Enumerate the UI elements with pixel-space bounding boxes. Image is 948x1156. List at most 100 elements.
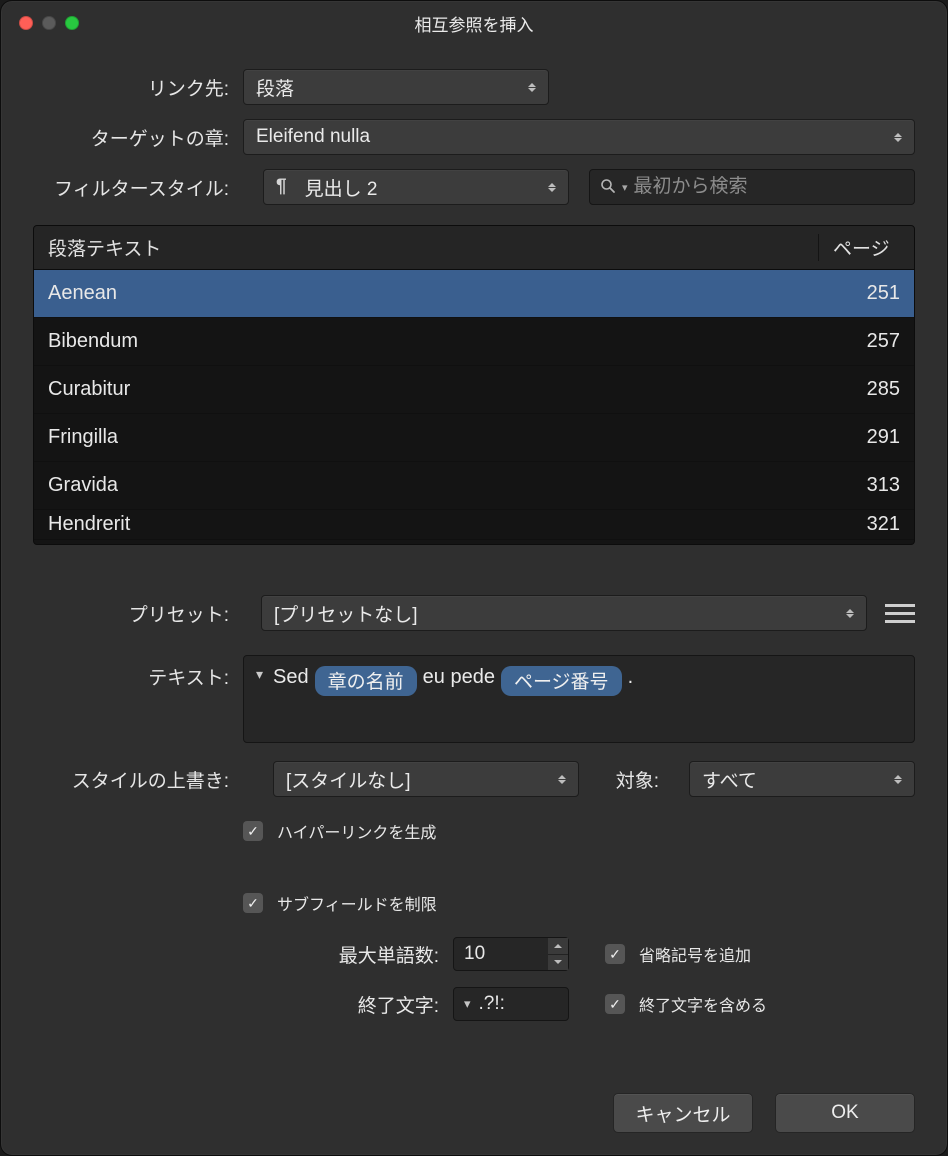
- paragraph-table: 段落テキスト ページ Aenean251Bibendum257Curabitur…: [33, 225, 915, 545]
- select-for-value: すべて: [702, 766, 757, 793]
- col-paragraph-text[interactable]: 段落テキスト: [34, 234, 818, 261]
- sub-settings: 最大単語数: 10 省略記号を追加 終了文字:: [33, 937, 915, 1021]
- checkbox-include-term[interactable]: [605, 994, 625, 1014]
- cell-text: Fringilla: [34, 426, 818, 449]
- input-terminators[interactable]: ▾ .?!:: [453, 987, 569, 1021]
- input-max-words[interactable]: 10: [453, 937, 569, 971]
- check-icon: [609, 997, 621, 1011]
- chevron-down-icon[interactable]: ▾: [622, 181, 628, 194]
- titlebar: 相互参照を挿入: [1, 1, 947, 45]
- table-row[interactable]: Bibendum257: [34, 318, 914, 366]
- cell-text: Curabitur: [34, 378, 818, 401]
- select-chapter[interactable]: Eleifend nulla: [243, 119, 915, 155]
- label-filter-style: フィルタースタイル:: [33, 174, 243, 201]
- table-row[interactable]: Fringilla291: [34, 414, 914, 462]
- row-filter: フィルタースタイル: ¶ 見出し 2 ▾: [33, 169, 915, 205]
- updown-icon: [558, 770, 570, 788]
- terminators-value: .?!:: [479, 993, 505, 1015]
- row-link-to: リンク先: 段落: [33, 69, 915, 105]
- col-page[interactable]: ページ: [818, 234, 914, 261]
- row-max-words: 最大単語数: 10 省略記号を追加: [33, 937, 915, 971]
- label-add-ellipsis: 省略記号を追加: [639, 942, 751, 966]
- cell-page: 251: [818, 282, 914, 305]
- cell-page: 291: [818, 426, 914, 449]
- updown-icon: [846, 604, 858, 622]
- text-token: 章の名前: [315, 666, 417, 696]
- row-style-override: スタイルの上書き: [スタイルなし] 対象: すべて: [33, 761, 915, 797]
- text-word: .: [628, 666, 634, 689]
- label-max-words: 最大単語数:: [33, 941, 453, 968]
- select-style-override-value: [スタイルなし]: [286, 766, 411, 793]
- dialog-content: リンク先: 段落 ターゲットの章: Eleifend nulla フィルタースタ…: [1, 45, 947, 1155]
- updown-icon: [894, 128, 906, 146]
- cell-text: Bibendum: [34, 330, 818, 353]
- window-controls: [1, 16, 79, 30]
- label-for: 対象:: [609, 766, 659, 793]
- stepper[interactable]: [548, 938, 568, 970]
- row-add-ellipsis: 省略記号を追加: [605, 942, 751, 966]
- cell-text: Hendrerit: [34, 513, 818, 536]
- chevron-down-icon[interactable]: ▾: [464, 996, 471, 1012]
- cell-page: 313: [818, 474, 914, 497]
- search-field[interactable]: ▾: [589, 169, 915, 205]
- dialog-window: 相互参照を挿入 リンク先: 段落 ターゲットの章: Eleifend nulla…: [0, 0, 948, 1156]
- dialog-footer: キャンセル OK: [33, 1053, 915, 1133]
- label-include-term: 終了文字を含める: [639, 992, 767, 1016]
- lower-panel: プリセット: [プリセットなし] テキスト: ▾ Sed 章の名前 eu pede ペ…: [33, 581, 915, 1021]
- search-input[interactable]: [634, 176, 904, 198]
- table-header: 段落テキスト ページ: [34, 226, 914, 270]
- close-icon[interactable]: [19, 16, 33, 30]
- text-word: Sed: [273, 666, 309, 689]
- label-style-override: スタイルの上書き:: [33, 766, 243, 793]
- label-limit-sub: サブフィールドを制限: [277, 891, 437, 915]
- chevron-down-icon[interactable]: ▾: [256, 666, 263, 683]
- label-text: テキスト:: [33, 655, 243, 743]
- cancel-button[interactable]: キャンセル: [613, 1093, 753, 1133]
- table-body: Aenean251Bibendum257Curabitur285Fringill…: [34, 270, 914, 544]
- select-filter-style[interactable]: ¶ 見出し 2: [263, 169, 569, 205]
- checkbox-add-ellipsis[interactable]: [605, 944, 625, 964]
- table-row[interactable]: Hendrerit321: [34, 510, 914, 540]
- cell-page: 321: [818, 513, 914, 536]
- cell-text: Aenean: [34, 282, 818, 305]
- checkbox-hyperlink[interactable]: [243, 821, 263, 841]
- table-row[interactable]: Curabitur285: [34, 366, 914, 414]
- check-icon: [247, 896, 259, 910]
- select-chapter-value: Eleifend nulla: [256, 126, 370, 148]
- pilcrow-icon: ¶: [276, 176, 287, 198]
- table-row[interactable]: Gravida313: [34, 462, 914, 510]
- updown-icon: [894, 770, 906, 788]
- updown-icon: [528, 78, 540, 96]
- cell-text: Gravida: [34, 474, 818, 497]
- select-link-to[interactable]: 段落: [243, 69, 549, 105]
- cell-page: 285: [818, 378, 914, 401]
- label-hyperlink: ハイパーリンクを生成: [277, 819, 436, 843]
- row-include-term: 終了文字を含める: [605, 992, 767, 1016]
- check-icon: [609, 947, 621, 961]
- updown-icon: [548, 178, 560, 196]
- text-field[interactable]: ▾ Sed 章の名前 eu pede ページ番号.: [243, 655, 915, 743]
- zoom-icon[interactable]: [65, 16, 79, 30]
- row-hyperlink: ハイパーリンクを生成: [33, 819, 915, 843]
- check-icon: [247, 824, 259, 838]
- row-chapter: ターゲットの章: Eleifend nulla: [33, 119, 915, 155]
- table-row[interactable]: Aenean251: [34, 270, 914, 318]
- row-limit-sub: サブフィールドを制限: [33, 891, 915, 915]
- label-preset: プリセット:: [33, 600, 243, 627]
- text-word: eu pede: [423, 666, 495, 689]
- select-for[interactable]: すべて: [689, 761, 915, 797]
- preset-menu-icon[interactable]: [885, 598, 915, 628]
- search-icon: [600, 178, 616, 197]
- text-token: ページ番号: [501, 666, 622, 696]
- select-link-to-value: 段落: [256, 74, 294, 101]
- select-style-override[interactable]: [スタイルなし]: [273, 761, 579, 797]
- row-preset: プリセット: [プリセットなし]: [33, 595, 915, 631]
- label-chapter: ターゲットの章:: [33, 124, 243, 151]
- minimize-icon: [42, 16, 56, 30]
- label-terminators: 終了文字:: [33, 991, 453, 1018]
- checkbox-limit-sub[interactable]: [243, 893, 263, 913]
- ok-button[interactable]: OK: [775, 1093, 915, 1133]
- row-text: テキスト: ▾ Sed 章の名前 eu pede ページ番号.: [33, 655, 915, 743]
- row-terminators: 終了文字: ▾ .?!: 終了文字を含める: [33, 987, 915, 1021]
- select-preset[interactable]: [プリセットなし]: [261, 595, 867, 631]
